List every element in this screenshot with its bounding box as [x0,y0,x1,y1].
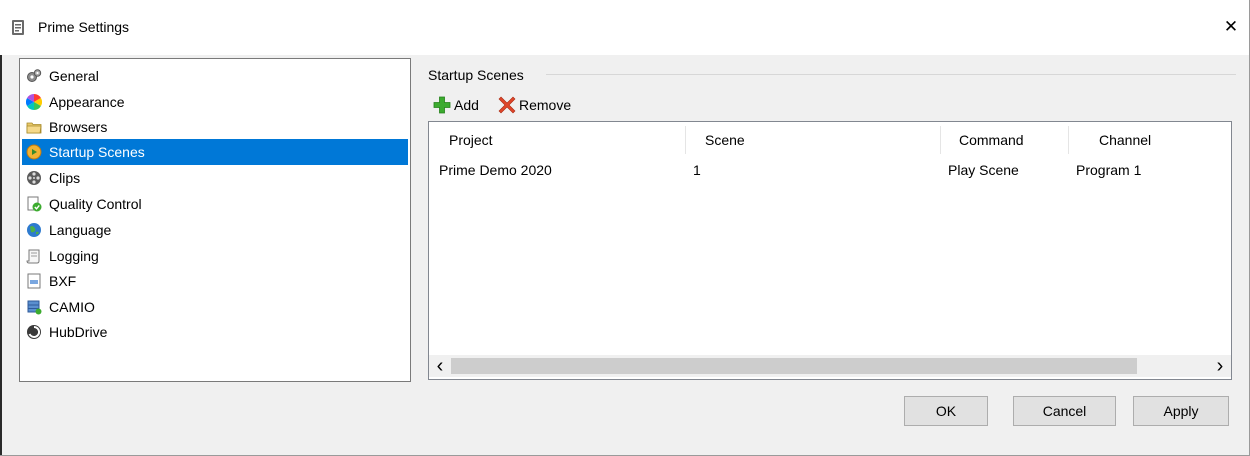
nav-item-label: HubDrive [49,324,108,340]
settings-category-list[interactable]: General Appearance Browsers Startup Scen… [19,58,411,382]
remove-button[interactable]: Remove [498,94,571,116]
nav-item-label: Quality Control [49,196,142,212]
nav-item-label: Language [49,222,112,238]
gears-icon [27,69,42,82]
remove-x-icon [498,96,516,114]
grid-header: Project Scene Command Channel [429,122,1231,158]
cell-scene: 1 [693,162,701,178]
film-reel-icon [27,171,41,185]
plus-icon [433,96,451,114]
nav-item-general[interactable]: General [22,63,408,89]
apply-button[interactable]: Apply [1133,396,1229,426]
table-row[interactable]: Prime Demo 2020 1 Play Scene Program 1 [429,158,1231,182]
cell-command: Play Scene [948,162,1019,178]
document-icon [27,273,41,289]
nav-item-label: Appearance [49,94,125,110]
cancel-button[interactable]: Cancel [1013,396,1116,426]
add-button[interactable]: Add [433,94,479,116]
nav-item-bxf[interactable]: BXF [22,268,408,294]
nav-item-language[interactable]: Language [22,217,408,243]
globe-icon [27,223,41,237]
nav-item-logging[interactable]: Logging [22,243,408,269]
scroll-icon [26,249,40,264]
nav-item-browsers[interactable]: Browsers [22,114,408,140]
settings-window: Prime Settings ✕ General Appearance Brow… [0,0,1250,456]
app-icon [12,20,24,35]
nav-item-label: Browsers [49,119,108,135]
close-icon: ✕ [1223,17,1239,36]
column-divider[interactable] [1068,126,1069,154]
column-header-project[interactable]: Project [449,122,493,158]
horizontal-scrollbar[interactable]: ‹ › [429,355,1231,377]
startup-scenes-group-label: Startup Scenes [428,67,524,83]
folder-icon [26,122,42,134]
nav-item-label: CAMIO [49,299,95,315]
group-divider [546,74,1236,75]
column-header-scene[interactable]: Scene [705,122,745,158]
nav-item-clips[interactable]: Clips [22,165,408,191]
startup-scenes-grid[interactable]: Project Scene Command Channel Prime Demo… [428,121,1232,380]
window-edge [0,55,2,455]
cell-project: Prime Demo 2020 [439,162,552,178]
window-title: Prime Settings [38,19,130,35]
scroll-left-arrow[interactable]: ‹ [429,355,451,377]
chevron-right-icon: › [1216,355,1224,377]
nav-item-label: Startup Scenes [49,144,145,160]
column-divider[interactable] [685,126,686,154]
remove-label: Remove [519,97,572,113]
column-header-channel[interactable]: Channel [1099,122,1151,158]
close-button[interactable]: ✕ [1213,11,1249,43]
qc-check-icon [27,196,42,212]
scroll-right-arrow[interactable]: › [1209,355,1231,377]
add-label: Add [454,97,479,113]
nav-item-camio[interactable]: CAMIO [22,294,408,320]
ok-button[interactable]: OK [904,396,988,426]
nav-item-label: Logging [49,248,99,264]
column-header-command[interactable]: Command [959,122,1024,158]
chevron-left-icon: ‹ [436,355,444,377]
cell-channel: Program 1 [1076,162,1142,178]
nav-item-quality-control[interactable]: Quality Control [22,191,408,217]
hubdrive-icon [27,325,41,339]
startup-scene-icon [26,144,42,160]
nav-item-label: BXF [49,273,77,289]
nav-item-appearance[interactable]: Appearance [22,89,408,115]
nav-item-hubdrive[interactable]: HubDrive [22,319,408,345]
database-icon [27,300,42,315]
title-bar: Prime Settings ✕ [0,0,1249,55]
nav-item-label: General [49,68,99,84]
nav-item-label: Clips [49,170,81,186]
color-wheel-icon [26,94,42,110]
scrollbar-thumb[interactable] [451,358,1137,374]
nav-item-startup-scenes[interactable]: Startup Scenes [22,139,408,165]
column-divider[interactable] [940,126,941,154]
